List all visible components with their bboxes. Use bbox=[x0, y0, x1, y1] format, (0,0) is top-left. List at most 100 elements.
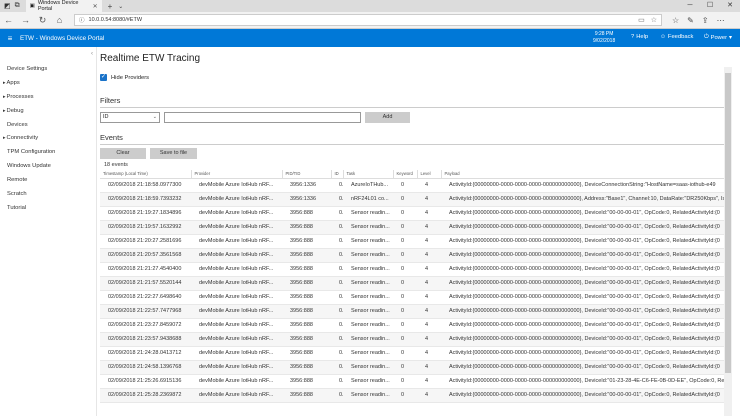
table-cell: nRF24L01 co... bbox=[343, 192, 393, 207]
table-row[interactable]: 02/09/2018 21:24:58.1396768 devMobile Azu… bbox=[100, 360, 732, 375]
site-info-icon[interactable]: ⓘ bbox=[79, 16, 85, 24]
table-cell: 4 bbox=[417, 318, 441, 333]
address-bar[interactable]: ⓘ 10.0.0.54:8080/#ETW ▭ ☆ bbox=[74, 14, 662, 26]
share-icon[interactable]: ⇪ bbox=[702, 16, 709, 25]
back-icon[interactable]: ← bbox=[0, 15, 17, 25]
reading-view-icon[interactable]: ▭ bbox=[638, 16, 645, 24]
minimize-icon[interactable]: ─ bbox=[680, 0, 700, 12]
table-cell: Sensor readin... bbox=[343, 234, 393, 249]
new-tab-icon[interactable]: + bbox=[108, 2, 113, 11]
table-cell: 02/09/2018 21:22:57.7477968 bbox=[100, 304, 191, 319]
browser-tools: ☆ ✎ ⇪ ⋯ bbox=[672, 16, 725, 25]
add-filter-button[interactable]: Add bbox=[365, 111, 410, 123]
save-to-file-button[interactable]: Save to file bbox=[150, 148, 197, 159]
column-header[interactable]: Timestamp (Local Time) bbox=[100, 170, 191, 179]
clear-button[interactable]: Clear bbox=[100, 148, 146, 159]
column-header[interactable]: Task bbox=[342, 170, 393, 179]
table-cell: AzureIoTHub... bbox=[343, 178, 393, 193]
table-row[interactable]: 02/09/2018 21:23:57.9438688 devMobile Azu… bbox=[100, 332, 732, 347]
column-header[interactable]: Keyword bbox=[392, 170, 417, 179]
hub-icon[interactable]: ☆ bbox=[672, 16, 679, 25]
table-row[interactable]: 02/09/2018 21:18:58.0977300 devMobile Azu… bbox=[100, 178, 732, 193]
vertical-scrollbar[interactable] bbox=[724, 67, 732, 416]
table-row[interactable]: 02/09/2018 21:25:26.6915136 devMobile Azu… bbox=[100, 374, 732, 389]
power-label: Power bbox=[710, 34, 728, 41]
sidebar-item-devices[interactable]: Devices bbox=[0, 119, 96, 133]
table-cell: 0 bbox=[393, 374, 417, 389]
table-cell: 4 bbox=[417, 248, 441, 263]
table-cell: Sensor readin... bbox=[343, 290, 393, 305]
table-row[interactable]: 02/09/2018 21:23:27.8459072 devMobile Azu… bbox=[100, 318, 732, 333]
forward-icon[interactable]: → bbox=[17, 15, 34, 25]
tab-preview-icon[interactable]: ⧉ bbox=[15, 2, 20, 10]
power-button[interactable]: ⏻ Power ▾ bbox=[704, 34, 732, 41]
scrollbar-thumb[interactable] bbox=[725, 73, 731, 373]
table-cell: Sensor readin... bbox=[343, 318, 393, 333]
table-row[interactable]: 02/09/2018 21:18:59.7393232 devMobile Azu… bbox=[100, 192, 732, 207]
table-row[interactable]: 02/09/2018 21:22:27.6498640 devMobile Azu… bbox=[100, 290, 732, 305]
sidebar-item-processes[interactable]: ▸Processes bbox=[0, 91, 96, 105]
column-header[interactable]: Provider bbox=[190, 170, 282, 179]
home-icon[interactable]: ⌂ bbox=[51, 15, 68, 25]
filter-row: ID ⌄ Add bbox=[100, 111, 732, 123]
column-header[interactable]: ID bbox=[330, 170, 343, 179]
table-cell: 02/09/2018 21:25:26.6915136 bbox=[100, 374, 191, 389]
table-row[interactable]: 02/09/2018 21:19:27.1834896 devMobile Azu… bbox=[100, 206, 732, 221]
maximize-icon[interactable]: ☐ bbox=[700, 0, 720, 12]
sidebar-item-tutorial[interactable]: Tutorial bbox=[0, 202, 96, 216]
table-cell: ActivityId:{00000000-0000-0000-0000-0000… bbox=[441, 290, 732, 305]
table-row[interactable]: 02/09/2018 21:21:27.4540400 devMobile Azu… bbox=[100, 262, 732, 277]
close-window-icon[interactable]: ✕ bbox=[720, 0, 740, 12]
table-row[interactable]: 02/09/2018 21:20:27.2581696 devMobile Azu… bbox=[100, 234, 732, 249]
sidebar-item-apps[interactable]: ▸Apps bbox=[0, 77, 96, 91]
filter-field-value: ID bbox=[103, 114, 109, 120]
tab-list-chevron-icon[interactable]: ⌄ bbox=[118, 3, 123, 10]
favorite-star-icon[interactable]: ☆ bbox=[651, 16, 657, 24]
table-row[interactable]: 02/09/2018 21:25:28.2369872 devMobile Azu… bbox=[100, 388, 732, 403]
table-cell: 4 bbox=[417, 262, 441, 277]
notes-icon[interactable]: ✎ bbox=[687, 16, 694, 25]
more-icon[interactable]: ⋯ bbox=[717, 16, 725, 25]
sidebar-item-device-settings[interactable]: Device Settings bbox=[0, 63, 96, 77]
table-row[interactable]: 02/09/2018 21:24:28.0413712 devMobile Azu… bbox=[100, 346, 732, 361]
table-cell: 3956:888 bbox=[282, 206, 331, 221]
table-cell: 02/09/2018 21:23:57.9438688 bbox=[100, 332, 191, 347]
table-cell: 02/09/2018 21:20:27.2581696 bbox=[100, 234, 191, 249]
tab-close-icon[interactable]: ✕ bbox=[93, 3, 98, 10]
table-cell: devMobile Azure IotHub nRF... bbox=[191, 178, 282, 193]
hamburger-menu-icon[interactable]: ≡ bbox=[2, 34, 18, 43]
table-cell: 02/09/2018 21:22:27.6498640 bbox=[100, 290, 191, 305]
hide-providers-checkbox[interactable]: ✓ bbox=[100, 74, 107, 81]
table-row[interactable]: 02/09/2018 21:21:57.5520144 devMobile Azu… bbox=[100, 276, 732, 291]
table-row[interactable]: 02/09/2018 21:20:57.3561568 devMobile Azu… bbox=[100, 248, 732, 263]
sidebar-item-debug[interactable]: ▸Debug bbox=[0, 105, 96, 119]
column-header[interactable]: PID/TID bbox=[281, 170, 331, 179]
table-row[interactable]: 02/09/2018 21:19:57.1632992 devMobile Azu… bbox=[100, 220, 732, 235]
table-cell: 0 bbox=[393, 234, 417, 249]
sidebar-item-scratch[interactable]: Scratch bbox=[0, 188, 96, 202]
column-header[interactable]: Payload bbox=[440, 170, 732, 179]
help-button[interactable]: ? Help bbox=[631, 34, 648, 40]
chevron-down-icon: ▾ bbox=[729, 34, 732, 41]
sidebar-item-tpm-configuration[interactable]: TPM Configuration bbox=[0, 146, 96, 160]
table-row[interactable]: 02/09/2018 21:22:57.7477968 devMobile Azu… bbox=[100, 304, 732, 319]
events-table: Timestamp (Local Time) Provider PID/TID ID T… bbox=[100, 170, 732, 416]
sidebar-item-connectivity[interactable]: ▸Connectivity bbox=[0, 132, 96, 146]
collapse-sidebar-icon[interactable]: ‹ bbox=[91, 51, 93, 57]
browser-tab[interactable]: ▣ Windows Device Portal ✕ bbox=[25, 0, 102, 12]
sidebar-item-windows-update[interactable]: Windows Update bbox=[0, 160, 96, 174]
table-cell: 4 bbox=[417, 276, 441, 291]
table-cell bbox=[417, 402, 441, 416]
column-header[interactable]: Level bbox=[416, 170, 441, 179]
table-cell: ActivityId:{00000000-0000-0000-0000-0000… bbox=[441, 318, 732, 333]
feedback-button[interactable]: ☺ Feedback bbox=[660, 34, 693, 40]
refresh-icon[interactable]: ↻ bbox=[34, 15, 51, 26]
sidebar-item-remote[interactable]: Remote bbox=[0, 174, 96, 188]
table-cell: 0 bbox=[393, 248, 417, 263]
table-cell: 0... bbox=[331, 290, 343, 305]
sidebar-item-label: Remote bbox=[7, 177, 28, 184]
table-row[interactable] bbox=[100, 402, 732, 416]
filter-value-input[interactable] bbox=[164, 111, 361, 123]
filter-field-select[interactable]: ID ⌄ bbox=[100, 111, 160, 123]
filters-heading: Filters bbox=[100, 96, 732, 108]
